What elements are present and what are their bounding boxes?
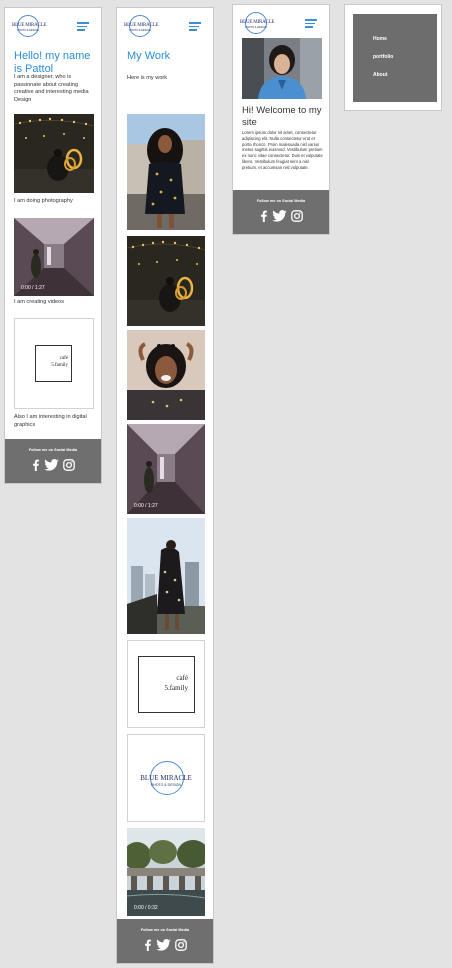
brand-name: BLUE MIRACLE [12,23,47,28]
twitter-icon[interactable] [44,458,59,476]
cafe-logo: café 5.family [35,345,72,382]
video-time: 0:00 / 1:27 [21,285,45,291]
facebook-icon[interactable] [259,209,268,227]
brand-name: BLUE MIRACLE [124,23,159,28]
photo-lantern [14,114,94,193]
video-player-bridge[interactable]: 0:00 / 0:32 [127,828,205,916]
photo-laughing [127,330,205,420]
graphics-caption: Also I am interesting in digital graphic… [14,414,87,428]
video-time: 0:00 / 1:27 [134,503,158,509]
welcome-body: Lorem ipsum dolor sit amet, consectetur … [242,130,323,170]
hamburger-menu-icon[interactable] [189,22,201,31]
twitter-icon[interactable] [272,209,287,227]
footer: Follow me on Social Media [5,439,101,483]
header: BLUE MIRACLE PHOTO & DESIGN [233,5,329,39]
videos-caption: I am creating videos [14,299,65,305]
video-player[interactable]: 0:00 / 1:27 [14,218,94,296]
photo-lantern [127,236,205,326]
brand-logo[interactable]: BLUE MIRACLE PHOTO & DESIGN [12,15,47,37]
footer: Follow me on Social Media [233,190,329,234]
brand-name: BLUE MIRACLE [240,20,275,25]
footer-label: Follow me on Social Media [256,199,306,203]
photography-caption: I am doing photography [14,198,73,204]
photo-city [127,518,205,634]
brand-tagline: PHOTO & DESIGN [245,26,267,29]
intro-text: I am a designer, who is passionate about… [14,74,89,103]
hamburger-menu-icon[interactable] [305,19,317,28]
facebook-icon[interactable] [143,938,152,956]
screen-menu: Home portfolio About [344,4,442,111]
photo-portrait [127,114,205,230]
screen-welcome: BLUE MIRACLE PHOTO & DESIGN Hi! Welcome t… [232,4,330,235]
screen-home: BLUE MIRACLE PHOTO & DESIGN Hello! my nam… [4,7,102,484]
facebook-icon[interactable] [31,458,40,476]
brand-logo[interactable]: BLUE MIRACLE PHOTO & DESIGN [124,15,159,37]
page-title: Hello! my name is Pattol [14,50,91,75]
menu-item-home[interactable]: Home [373,36,387,42]
hamburger-menu-icon[interactable] [77,22,89,31]
menu-item-about[interactable]: About [373,72,387,78]
cafe-line2: 5.family [164,684,188,692]
cafe-logo: café 5.family [138,656,195,713]
brand-tagline: PHOTO & DESIGN [17,29,39,32]
cafe-logo-card: café 5.family [127,640,205,728]
header: BLUE MIRACLE PHOTO & DESIGN [117,8,213,42]
header: BLUE MIRACLE PHOTO & DESIGN [5,8,101,42]
page-subtitle: Here is my work [127,75,168,81]
footer-label: Follow me on Social Media [140,928,190,932]
nav-menu: Home portfolio About [353,14,437,102]
brand-logo[interactable]: BLUE MIRACLE PHOTO & DESIGN [240,12,275,34]
brand-tagline: PHOTO & DESIGN [129,29,151,32]
profile-photo [242,38,322,99]
footer-label: Follow me on Social Media [28,448,78,452]
menu-item-portfolio[interactable]: portfolio [373,54,393,60]
twitter-icon[interactable] [156,938,171,956]
brand-name-large: BLUE MIRACLE [140,774,192,782]
welcome-title: Hi! Welcome to my site [242,105,322,128]
instagram-icon[interactable] [291,209,303,227]
footer: Follow me on Social Media [117,919,213,963]
cafe-line1: café [59,356,68,361]
video-player[interactable]: 0:00 / 1:27 [127,424,205,514]
page-title: My Work [127,50,171,62]
cafe-line1: café [176,674,188,682]
brand-logo-card: BLUE MIRACLE PHOTO & DESIGN [127,734,205,822]
instagram-icon[interactable] [63,458,75,476]
screen-work: BLUE MIRACLE PHOTO & DESIGN My Work Here … [116,7,214,964]
cafe-logo-card: café 5.family [14,318,94,409]
cafe-line2: 5.family [51,363,68,368]
instagram-icon[interactable] [175,938,187,956]
brand-tagline-large: PHOTO & DESIGN [150,783,182,787]
video-time: 0:00 / 0:32 [134,905,158,911]
